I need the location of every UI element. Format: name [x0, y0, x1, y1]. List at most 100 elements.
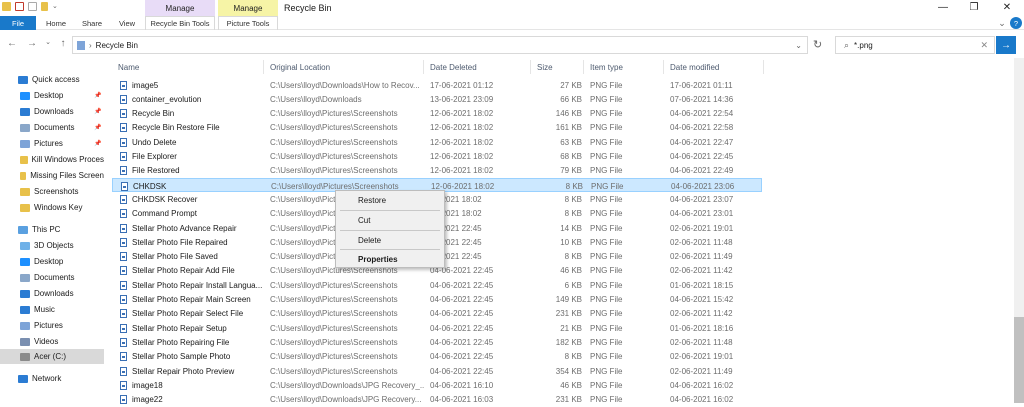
refresh-icon[interactable]: ↻ [813, 38, 822, 51]
sidebar-item[interactable]: Quick access [0, 72, 104, 87]
table-row[interactable]: Stellar Photo Sample Photo C:\Users\lloyd… [112, 350, 762, 364]
column-header-item-type[interactable]: Item type [584, 60, 664, 74]
cell-deleted: 12-06-2021 18:02 [430, 166, 494, 176]
new-folder-icon[interactable] [41, 2, 48, 11]
file-name: image5 [132, 80, 159, 90]
sidebar-item[interactable]: Desktop [0, 254, 104, 269]
address-field[interactable]: › Recycle Bin ⌄ [72, 36, 808, 54]
column-header-original-location[interactable]: Original Location [264, 60, 424, 74]
properties-check-icon[interactable] [15, 2, 24, 11]
sidebar-item[interactable]: Pictures 📌 [0, 136, 104, 151]
sidebar-item[interactable]: This PC [0, 222, 104, 237]
cell-loc: C:\Users\lloyd\Pictures\Screenshots [270, 152, 398, 161]
cell-deleted: 13-06-2021 23:09 [430, 94, 494, 104]
sidebar-item[interactable]: Acer (C:) [0, 349, 104, 364]
cell-deleted: 17-06-2021 01:12 [430, 80, 494, 90]
table-row[interactable]: Stellar Repair Photo Preview C:\Users\llo… [112, 364, 762, 378]
tab-view[interactable]: View [112, 16, 142, 30]
table-row[interactable]: Stellar Photo Repair Install Langua... C:… [112, 278, 762, 292]
table-row[interactable]: container_evolution C:\Users\lloyd\Downlo… [112, 92, 762, 106]
menu-item-restore[interactable]: Restore [336, 193, 444, 207]
cell-deleted: 12-06-2021 18:02 [430, 137, 494, 147]
cell-size: 8 KB [564, 209, 582, 219]
sidebar-item[interactable]: Desktop 📌 [0, 88, 104, 103]
file-name: Recycle Bin [132, 109, 175, 119]
column-header-date-deleted[interactable]: Date Deleted [424, 60, 531, 74]
manage-tab-recycle[interactable]: Manage [145, 0, 215, 16]
search-box[interactable]: ⌕ *.png ✕ [835, 36, 995, 54]
table-row[interactable]: image18 C:\Users\lloyd\Downloads\JPG Reco… [112, 378, 762, 392]
tab-home[interactable]: Home [40, 16, 72, 30]
sidebar-item[interactable]: Windows Key [0, 200, 104, 215]
column-header-name[interactable]: Name [112, 60, 264, 74]
table-row[interactable]: Stellar Photo Repairing File C:\Users\llo… [112, 335, 762, 349]
table-row[interactable]: Stellar Photo Repair Main Screen C:\Users… [112, 293, 762, 307]
cell-modified: 07-06-2021 14:36 [670, 94, 734, 104]
sidebar-item-label: Pictures [34, 321, 63, 330]
forward-button[interactable]: → [26, 38, 38, 49]
cell-loc: C:\Users\lloyd\Pictures\Screenshots [270, 123, 398, 133]
sidebar-item[interactable]: Music [0, 302, 104, 317]
pin-icon[interactable]: 📌 [94, 140, 101, 147]
tab-share[interactable]: Share [76, 16, 108, 30]
column-header-size[interactable]: Size [531, 60, 584, 74]
cell-name: Stellar Photo Repair Main Screen [120, 293, 264, 307]
table-row[interactable]: Stellar Photo Repair Setup C:\Users\lloyd… [112, 321, 762, 335]
search-input[interactable]: *.png [854, 41, 873, 50]
pin-icon[interactable]: 📌 [94, 92, 101, 99]
file-name: Stellar Photo File Repaired [132, 237, 228, 247]
cell-size: 146 KB [555, 109, 582, 119]
file-name: Stellar Photo Repairing File [132, 337, 230, 347]
sidebar-item[interactable]: Documents [0, 270, 104, 285]
tab-recycle-bin-tools[interactable]: Recycle Bin Tools [145, 16, 215, 30]
collapse-ribbon-icon[interactable]: ⌄ [997, 16, 1007, 30]
sidebar-item[interactable]: Downloads 📌 [0, 104, 104, 119]
back-button[interactable]: ← [6, 38, 18, 49]
breadcrumb[interactable]: Recycle Bin [96, 41, 138, 50]
table-row[interactable]: Undo Delete C:\Users\lloyd\Pictures\Scree… [112, 135, 762, 149]
sidebar-item[interactable]: Kill Windows Proces [0, 152, 104, 167]
recent-locations-button[interactable]: ⌄ [42, 38, 54, 46]
pin-icon[interactable]: 📌 [94, 108, 101, 115]
table-row[interactable]: File Explorer C:\Users\lloyd\Pictures\Scr… [112, 150, 762, 164]
sidebar-item[interactable]: Screenshots [0, 184, 104, 199]
cell-modified: 17-06-2021 01:11 [670, 80, 733, 90]
table-row[interactable]: Recycle Bin C:\Users\lloyd\Pictures\Scree… [112, 107, 762, 121]
new-file-icon[interactable] [28, 2, 37, 11]
cell-type: PNG File [590, 80, 623, 90]
search-go-button[interactable]: → [996, 36, 1016, 54]
file-name: image18 [132, 380, 163, 390]
sidebar-item[interactable]: 3D Objects [0, 238, 104, 253]
table-row[interactable]: File Restored C:\Users\lloyd\Pictures\Scr… [112, 164, 762, 178]
sidebar-item[interactable]: Videos [0, 334, 104, 349]
pin-icon[interactable]: 📌 [94, 124, 101, 131]
clear-search-icon[interactable]: ✕ [980, 40, 988, 51]
sidebar-item[interactable]: Documents 📌 [0, 120, 104, 135]
table-row[interactable]: image22 C:\Users\lloyd\Downloads\JPG Reco… [112, 393, 762, 407]
menu-item-properties[interactable]: Properties [336, 252, 444, 266]
menu-item-cut[interactable]: Cut [336, 213, 444, 227]
tab-picture-tools[interactable]: Picture Tools [218, 16, 278, 30]
table-row[interactable]: Stellar Photo Repair Select File C:\Users… [112, 307, 762, 321]
scrollbar-thumb[interactable] [1014, 317, 1024, 403]
help-icon[interactable]: ? [1010, 17, 1022, 29]
cell-type: PNG File [590, 152, 623, 161]
sidebar-item[interactable]: Pictures [0, 318, 104, 333]
tab-file[interactable]: File [0, 16, 36, 30]
manage-tab-picture[interactable]: Manage [218, 0, 278, 16]
sidebar-item[interactable]: Downloads [0, 286, 104, 301]
up-button[interactable]: ↑ [57, 38, 69, 49]
folder-icon[interactable] [2, 2, 11, 11]
customize-toolbar-icon[interactable]: ⌄ [52, 2, 58, 11]
table-row[interactable]: image5 C:\Users\lloyd\Downloads\How to Re… [112, 78, 762, 92]
sidebar-item[interactable]: Network [0, 371, 104, 386]
minimize-button[interactable]: — [936, 2, 950, 13]
cell-deleted: 04-06-2021 22:45 [430, 366, 494, 376]
maximize-button[interactable]: ❐ [967, 2, 981, 13]
table-row[interactable]: Recycle Bin Restore File C:\Users\lloyd\P… [112, 121, 762, 135]
sidebar-item[interactable]: Missing Files Screen [0, 168, 104, 183]
address-dropdown-icon[interactable]: ⌄ [795, 41, 802, 50]
column-header-date-modified[interactable]: Date modified [664, 60, 764, 74]
close-button[interactable]: ✕ [1000, 2, 1014, 13]
menu-item-delete[interactable]: Delete [336, 233, 444, 247]
